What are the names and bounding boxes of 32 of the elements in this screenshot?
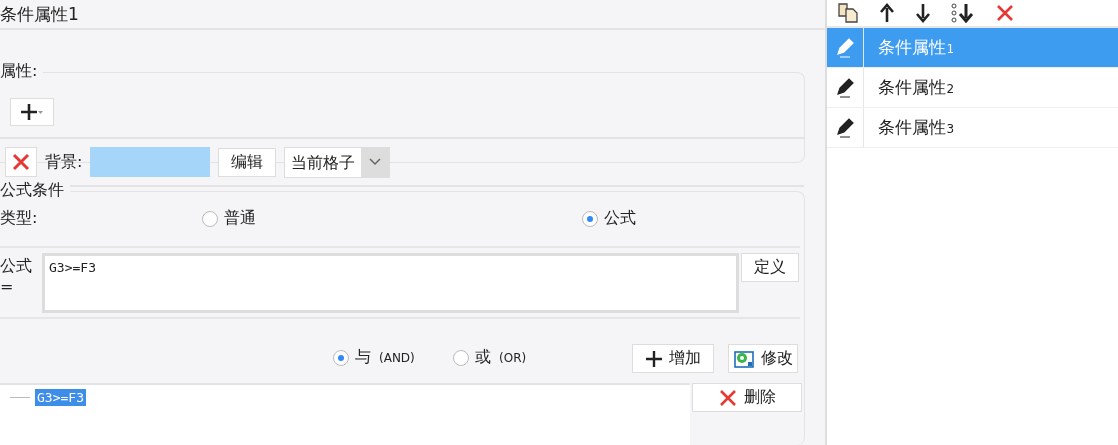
type-radio[interactable]: 普通 [202,208,256,229]
property-list-item[interactable]: 条件属性3 [826,108,1118,148]
plus-icon [21,102,43,122]
formula-label: 公式= [0,255,33,296]
arrow-down-icon[interactable] [914,3,931,23]
scope-dropdown[interactable]: 当前格子 [284,146,391,178]
close-icon [718,387,738,408]
type-radio[interactable]: 公式 [582,208,636,229]
logic-radio[interactable]: 与 (AND) [333,347,415,368]
chevron-down-icon [369,158,382,166]
copy-icon[interactable] [836,3,859,23]
modify-button[interactable]: 修改 [728,344,798,373]
remove-button[interactable] [5,147,37,177]
type-label: 类型: [0,208,38,229]
section-legend: 属性: [0,61,44,82]
arrow-up-icon[interactable] [878,3,895,23]
plus-icon [645,349,663,368]
property-list-item[interactable]: 条件属性2 [826,68,1118,108]
move-bottom-icon[interactable] [950,3,975,23]
color-swatch[interactable] [90,147,211,177]
edit-button[interactable]: 编辑 [218,147,277,177]
logic-radio[interactable]: 或 (OR) [453,347,527,368]
add-dropdown-button[interactable] [10,98,54,126]
add-button[interactable]: 增加 [632,344,714,373]
delete-icon[interactable] [994,3,1015,23]
section-legend: 公式条件 [0,180,70,201]
define-button[interactable]: 定义 [741,253,799,282]
formula-input[interactable]: G3>=F3 [42,253,739,313]
panel-title: 条件属性1 [0,3,80,26]
close-icon [11,152,31,172]
background-label: 背景: [45,151,83,173]
delete-button[interactable]: 删除 [692,383,802,412]
